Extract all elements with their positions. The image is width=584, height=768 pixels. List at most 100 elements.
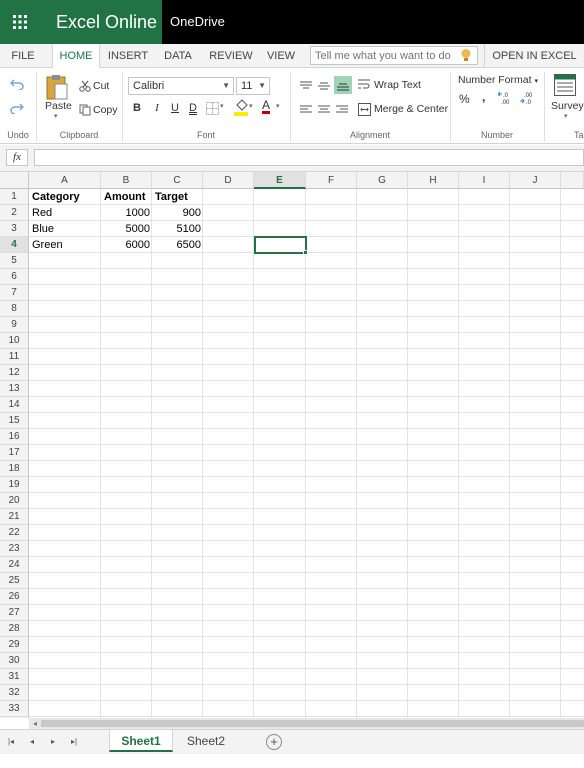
horizontal-scrollbar[interactable]: ◂ (29, 718, 584, 729)
cell-c2[interactable]: 900 (153, 205, 203, 221)
column-header-f[interactable]: F (306, 172, 357, 189)
row-header-28[interactable]: 28 (0, 621, 29, 637)
column-header-h[interactable]: H (408, 172, 459, 189)
sheet-tab-sheet2[interactable]: Sheet2 (176, 730, 236, 752)
chevron-down-icon[interactable]: ▾ (276, 102, 280, 110)
align-middle-icon[interactable] (318, 81, 330, 91)
row-header-4[interactable]: 4 (0, 237, 29, 253)
row-header-33[interactable]: 33 (0, 701, 29, 717)
align-top-icon[interactable] (300, 81, 312, 91)
row-header-5[interactable]: 5 (0, 253, 29, 269)
row-header-22[interactable]: 22 (0, 525, 29, 541)
column-header-b[interactable]: B (101, 172, 152, 189)
cell-c4[interactable]: 6500 (153, 237, 203, 253)
wrap-text-icon[interactable] (358, 78, 370, 92)
align-center-icon[interactable] (318, 105, 330, 115)
row-header-partial[interactable] (0, 717, 29, 718)
number-format-select[interactable]: Number Format ▾ (458, 74, 538, 86)
copy-icon[interactable] (79, 104, 91, 116)
column-header-g[interactable]: G (357, 172, 408, 189)
paste-label[interactable]: Paste (45, 100, 72, 112)
row-header-1[interactable]: 1 (0, 189, 29, 205)
next-sheet-icon[interactable]: ▸ (46, 735, 60, 749)
chevron-down-icon[interactable]: ▾ (220, 102, 224, 110)
align-left-icon[interactable] (300, 105, 312, 115)
row-header-16[interactable]: 16 (0, 429, 29, 445)
merge-center-label[interactable]: Merge & Center (374, 103, 448, 115)
row-header-17[interactable]: 17 (0, 445, 29, 461)
borders-icon[interactable] (206, 102, 219, 115)
column-header-d[interactable]: D (203, 172, 254, 189)
app-title[interactable]: Excel Online (40, 0, 162, 44)
cell-a1[interactable]: Category (30, 189, 100, 205)
paste-icon[interactable] (46, 74, 68, 100)
row-header-2[interactable]: 2 (0, 205, 29, 221)
font-family-select[interactable]: Calibri ▼ (128, 77, 234, 95)
chevron-down-icon[interactable]: ▾ (249, 102, 253, 110)
redo-icon[interactable] (10, 102, 24, 114)
cell-b1[interactable]: Amount (102, 189, 152, 205)
row-header-29[interactable]: 29 (0, 637, 29, 653)
row-header-24[interactable]: 24 (0, 557, 29, 573)
scrollbar-thumb[interactable] (41, 720, 584, 727)
row-header-23[interactable]: 23 (0, 541, 29, 557)
font-size-select[interactable]: 11 ▼ (236, 77, 270, 95)
cell-c1[interactable]: Target (153, 189, 203, 205)
survey-dropdown-icon[interactable]: ▾ (564, 112, 568, 120)
cell-a4[interactable]: Green (30, 237, 100, 253)
fill-color-icon[interactable] (234, 99, 248, 116)
row-header-26[interactable]: 26 (0, 589, 29, 605)
row-header-20[interactable]: 20 (0, 493, 29, 509)
survey-label[interactable]: Survey (551, 100, 584, 112)
cell-b3[interactable]: 5000 (102, 221, 152, 237)
tab-review[interactable]: REVIEW (206, 44, 256, 68)
row-header-31[interactable]: 31 (0, 669, 29, 685)
column-header-partial[interactable] (561, 172, 584, 189)
comma-style-button[interactable]: , (482, 90, 485, 104)
cell-b4[interactable]: 6000 (102, 237, 152, 253)
row-header-15[interactable]: 15 (0, 413, 29, 429)
row-header-14[interactable]: 14 (0, 397, 29, 413)
double-underline-button[interactable]: D (185, 100, 201, 116)
tab-file[interactable]: FILE (0, 44, 46, 68)
scroll-left-icon[interactable]: ◂ (30, 718, 40, 729)
row-header-13[interactable]: 13 (0, 381, 29, 397)
row-header-8[interactable]: 8 (0, 301, 29, 317)
column-header-i[interactable]: I (459, 172, 510, 189)
italic-button[interactable]: I (149, 100, 165, 116)
row-header-25[interactable]: 25 (0, 573, 29, 589)
row-header-32[interactable]: 32 (0, 685, 29, 701)
fill-handle[interactable] (303, 250, 308, 255)
decrease-decimal-icon[interactable]: .00 .0 (520, 90, 536, 106)
row-header-3[interactable]: 3 (0, 221, 29, 237)
font-color-button[interactable]: A (262, 98, 270, 112)
tell-me-input[interactable] (310, 46, 478, 65)
row-header-30[interactable]: 30 (0, 653, 29, 669)
percent-button[interactable]: % (459, 92, 470, 106)
copy-label[interactable]: Copy (93, 104, 118, 116)
formula-input[interactable] (34, 149, 584, 166)
tab-view[interactable]: VIEW (262, 44, 300, 68)
merge-center-icon[interactable] (358, 103, 371, 116)
tab-home[interactable]: HOME (52, 44, 100, 69)
onedrive-link[interactable]: OneDrive (170, 0, 225, 44)
cell-c3[interactable]: 5100 (153, 221, 203, 237)
sheet-tab-sheet1[interactable]: Sheet1 (109, 730, 173, 752)
spreadsheet-grid[interactable]: ABCDEFGHIJ 1 2 3 4 5 6 7 8 9 10 11 12 13 14 15 16 17 18 19… (0, 172, 584, 718)
column-header-c[interactable]: C (152, 172, 203, 189)
scissors-icon[interactable] (79, 80, 91, 92)
paste-dropdown-icon[interactable]: ▾ (54, 112, 58, 120)
first-sheet-icon[interactable]: |◂ (4, 735, 18, 749)
active-cell-e4[interactable] (254, 236, 307, 254)
bold-button[interactable]: B (129, 100, 145, 116)
row-header-9[interactable]: 9 (0, 317, 29, 333)
select-all-corner[interactable] (0, 172, 29, 189)
wrap-text-label[interactable]: Wrap Text (374, 79, 421, 91)
prev-sheet-icon[interactable]: ◂ (25, 735, 39, 749)
last-sheet-icon[interactable]: ▸| (67, 735, 81, 749)
tab-insert[interactable]: INSERT (104, 44, 152, 68)
cell-b2[interactable]: 1000 (102, 205, 152, 221)
cell-a2[interactable]: Red (30, 205, 100, 221)
row-header-6[interactable]: 6 (0, 269, 29, 285)
increase-decimal-icon[interactable]: .0 .00 (498, 90, 514, 106)
